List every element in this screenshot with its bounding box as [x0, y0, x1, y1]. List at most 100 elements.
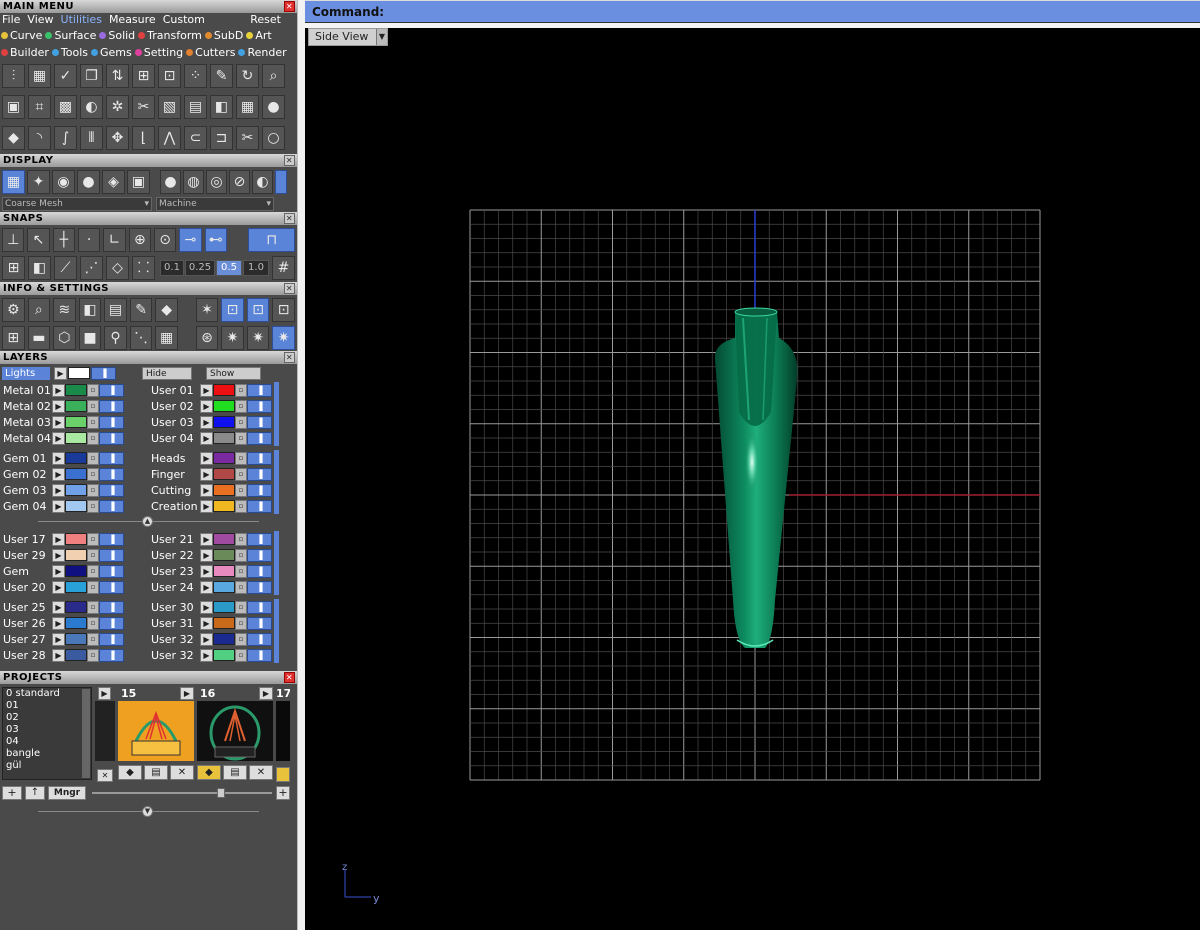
layer-color-swatch[interactable] [65, 416, 87, 428]
scatter-icon[interactable]: ⁘ [184, 64, 207, 88]
layer-color-swatch[interactable] [213, 533, 235, 545]
visibility-toggle[interactable]: ▐ [247, 383, 272, 397]
layer-scroll-bar[interactable] [274, 466, 279, 482]
play-icon[interactable]: ▶ [52, 499, 65, 513]
layer-scroll-bar[interactable] [274, 599, 279, 615]
play-icon[interactable]: ▶ [52, 616, 65, 630]
layer-row[interactable]: User 02 ▶ ▫ ▐ [148, 398, 296, 414]
lights-color[interactable] [68, 367, 90, 379]
layer-color-swatch[interactable] [213, 500, 235, 512]
play-icon[interactable]: ▶ [52, 548, 65, 562]
glossy-sphere-icon[interactable]: ● [77, 170, 100, 194]
visibility-toggle[interactable]: ▐ [247, 548, 272, 562]
layer-color-swatch[interactable] [213, 581, 235, 593]
lights-visible[interactable]: ▐ [91, 366, 116, 380]
view-b-icon[interactable]: ⊡ [246, 298, 270, 322]
lock-icon[interactable]: ▫ [87, 431, 99, 445]
show-button[interactable]: Show [206, 366, 261, 380]
check-icon[interactable]: ✓ [54, 64, 77, 88]
play-icon[interactable]: ▶ [52, 648, 65, 662]
lock-icon[interactable]: ▫ [235, 532, 247, 546]
pen-icon[interactable]: ✎ [210, 64, 233, 88]
layer-color-swatch[interactable] [213, 601, 235, 613]
layer-row[interactable]: User 29 ▶ ▫ ▐ [0, 547, 148, 563]
play-icon[interactable]: ▶ [200, 499, 213, 513]
bounds-icon[interactable]: ⌗ [28, 95, 51, 119]
cubes-icon[interactable]: ◆ [2, 126, 25, 150]
category-solid[interactable]: Solid [99, 27, 135, 44]
play-icon[interactable]: ▶ [180, 687, 194, 700]
save-icon[interactable]: ▤ [144, 765, 168, 780]
lock-icon[interactable]: ▫ [87, 399, 99, 413]
layer-row[interactable]: User 22 ▶ ▫ ▐ [148, 547, 296, 563]
play-icon[interactable]: ▶ [259, 687, 273, 700]
render-c-icon[interactable]: ✷ [246, 326, 270, 350]
view-a-icon[interactable]: ⊡ [221, 298, 244, 322]
lock-icon[interactable]: ▫ [235, 580, 247, 594]
project-item[interactable]: 03 [6, 724, 91, 736]
layer-color-swatch[interactable] [65, 533, 87, 545]
layer-color-swatch[interactable] [213, 549, 235, 561]
visibility-toggle[interactable]: ▐ [247, 632, 272, 646]
layer-name[interactable]: User 17 [0, 533, 52, 546]
layer-name[interactable]: Gem 01 [0, 452, 52, 465]
menu-view[interactable]: View [27, 13, 53, 27]
visibility-toggle[interactable]: ▐ [99, 483, 124, 497]
group-icon[interactable]: ⊞ [132, 64, 155, 88]
category-art[interactable]: Art [246, 27, 272, 44]
play-icon[interactable]: ▶ [200, 580, 213, 594]
wire-ball-icon[interactable]: ⊘ [229, 170, 250, 194]
layer-row[interactable]: User 01 ▶ ▫ ▐ [148, 382, 296, 398]
snap-cross-icon[interactable]: ┼ [52, 228, 75, 252]
shaded-icon[interactable]: ✦ [27, 170, 50, 194]
lock-icon[interactable]: ▫ [87, 467, 99, 481]
layer-row[interactable]: User 27 ▶ ▫ ▐ [0, 631, 148, 647]
layer-name[interactable]: User 28 [0, 649, 52, 662]
pin-icon[interactable]: ◆ [118, 765, 142, 780]
layer-color-swatch[interactable] [213, 468, 235, 480]
project-item[interactable]: 02 [6, 712, 91, 724]
layer-scroll-bar[interactable] [274, 414, 279, 430]
layer-color-swatch[interactable] [213, 617, 235, 629]
layer-color-swatch[interactable] [213, 432, 235, 444]
lock-icon[interactable]: ▫ [87, 451, 99, 465]
play-icon[interactable]: ▶ [200, 532, 213, 546]
play-icon[interactable]: ▶ [54, 366, 67, 380]
close-icon[interactable]: ✕ [284, 213, 295, 224]
material-select[interactable]: Machine [156, 197, 274, 211]
category-transform[interactable]: Transform [138, 27, 202, 44]
solid-cube-icon[interactable]: ■ [78, 326, 102, 350]
layer-name[interactable]: Metal 04 [0, 432, 52, 445]
zoom-plus-icon[interactable]: + [276, 786, 290, 800]
chrome-ball-icon[interactable]: ◍ [183, 170, 204, 194]
snap-grid-box-icon[interactable]: ⊞ [2, 256, 25, 280]
manager-button[interactable]: Mngr [48, 786, 86, 800]
magnify-icon[interactable]: ⌕ [27, 298, 51, 322]
layer-name[interactable]: User 21 [148, 533, 200, 546]
render-d-icon[interactable]: ✷ [272, 326, 295, 350]
snap-value-0-1[interactable]: 0.1 [160, 260, 184, 276]
play-icon[interactable]: ▶ [200, 632, 213, 646]
layer-name[interactable]: User 22 [148, 549, 200, 562]
visibility-toggle[interactable]: ▐ [247, 564, 272, 578]
play-icon[interactable]: ▶ [200, 415, 213, 429]
lock-icon[interactable]: ▫ [235, 648, 247, 662]
ring-icon[interactable]: ○ [262, 126, 285, 150]
layer-name[interactable]: User 29 [0, 549, 52, 562]
snap-circle-icon[interactable]: ⊙ [153, 228, 177, 252]
layer-row[interactable]: User 28 ▶ ▫ ▐ [0, 647, 148, 663]
menu-file[interactable]: File [2, 13, 20, 27]
lock-icon[interactable]: ▫ [235, 632, 247, 646]
layer-name[interactable]: User 23 [148, 565, 200, 578]
visibility-toggle[interactable]: ▐ [99, 532, 124, 546]
spread-icon[interactable]: ⋀ [158, 126, 181, 150]
render-a-icon[interactable]: ⊛ [195, 326, 219, 350]
layer-name[interactable]: User 01 [148, 384, 200, 397]
layer-row[interactable]: User 31 ▶ ▫ ▐ [148, 615, 296, 631]
layer-color-swatch[interactable] [65, 384, 87, 396]
lock-icon[interactable]: ▫ [87, 580, 99, 594]
wireframe-icon[interactable]: ▦ [2, 170, 25, 194]
visibility-toggle[interactable]: ▐ [247, 600, 272, 614]
lock-icon[interactable]: ▫ [87, 483, 99, 497]
snap-grid-settings-icon[interactable]: # [272, 256, 295, 280]
